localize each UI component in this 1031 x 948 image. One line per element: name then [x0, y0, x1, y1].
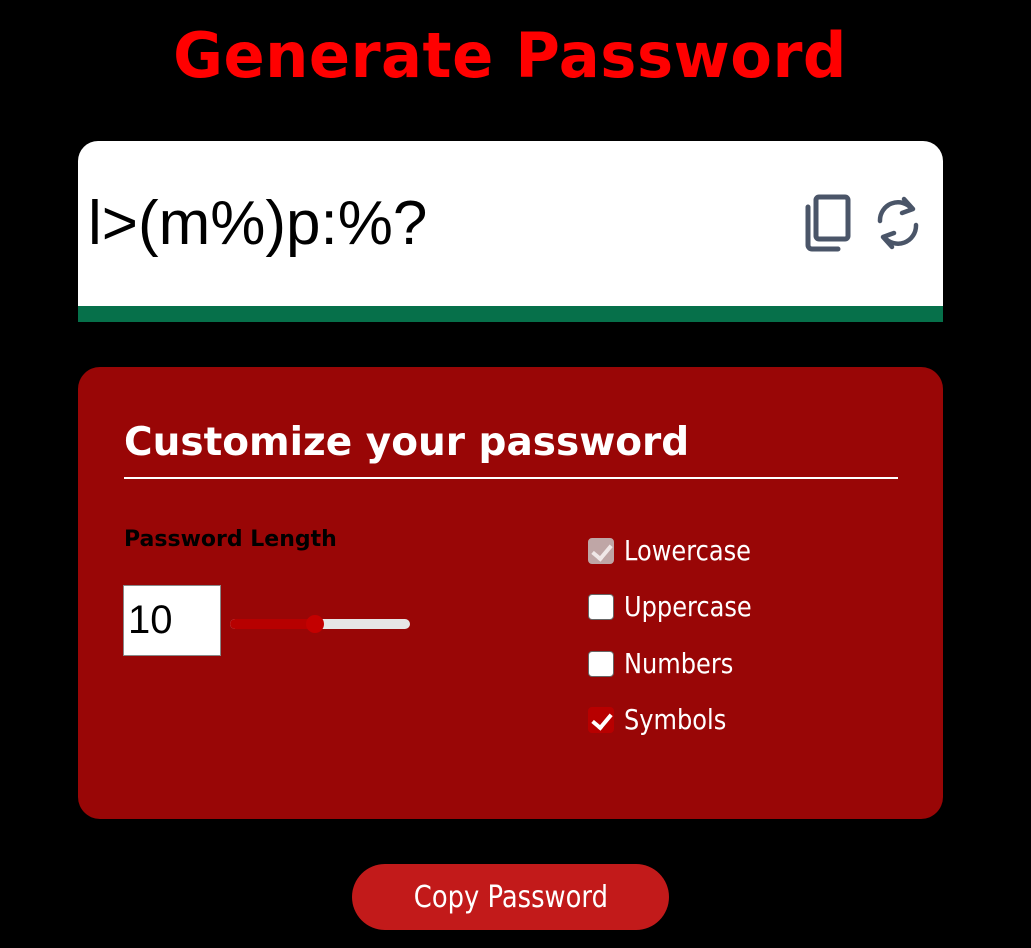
option-numbers[interactable]: Numbers — [588, 644, 751, 684]
page-title: Generate Password — [173, 19, 847, 92]
lowercase-checkbox[interactable] — [588, 538, 614, 564]
strength-bar — [78, 306, 943, 322]
checkmark-icon — [591, 539, 613, 562]
numbers-checkbox[interactable] — [588, 651, 614, 677]
option-label[interactable]: Numbers — [624, 646, 733, 682]
option-lowercase[interactable]: Lowercase — [588, 531, 772, 571]
uppercase-checkbox[interactable] — [588, 594, 614, 620]
length-slider[interactable] — [230, 615, 410, 633]
symbols-checkbox[interactable] — [588, 707, 614, 733]
option-uppercase[interactable]: Uppercase — [588, 587, 773, 627]
option-label[interactable]: Symbols — [624, 702, 726, 738]
slider-fill — [230, 619, 316, 629]
checkmark-icon — [591, 708, 613, 731]
option-symbols[interactable]: Symbols — [588, 700, 743, 740]
settings-title: Customize your password — [124, 419, 898, 479]
length-input[interactable] — [123, 585, 221, 656]
option-label[interactable]: Uppercase — [624, 589, 752, 625]
settings-card: Customize your password Password Length … — [78, 367, 943, 819]
length-label: Password Length — [124, 527, 337, 552]
password-display: l>(m%)p:%? — [78, 141, 943, 322]
refresh-icon[interactable] — [870, 191, 926, 255]
copy-password-button[interactable]: Copy Password — [352, 864, 669, 930]
slider-thumb[interactable] — [306, 615, 325, 633]
copy-password-label: Copy Password — [413, 879, 608, 915]
copy-icon[interactable] — [802, 191, 858, 255]
password-text: l>(m%)p:%? — [88, 189, 428, 258]
option-label[interactable]: Lowercase — [624, 533, 751, 569]
